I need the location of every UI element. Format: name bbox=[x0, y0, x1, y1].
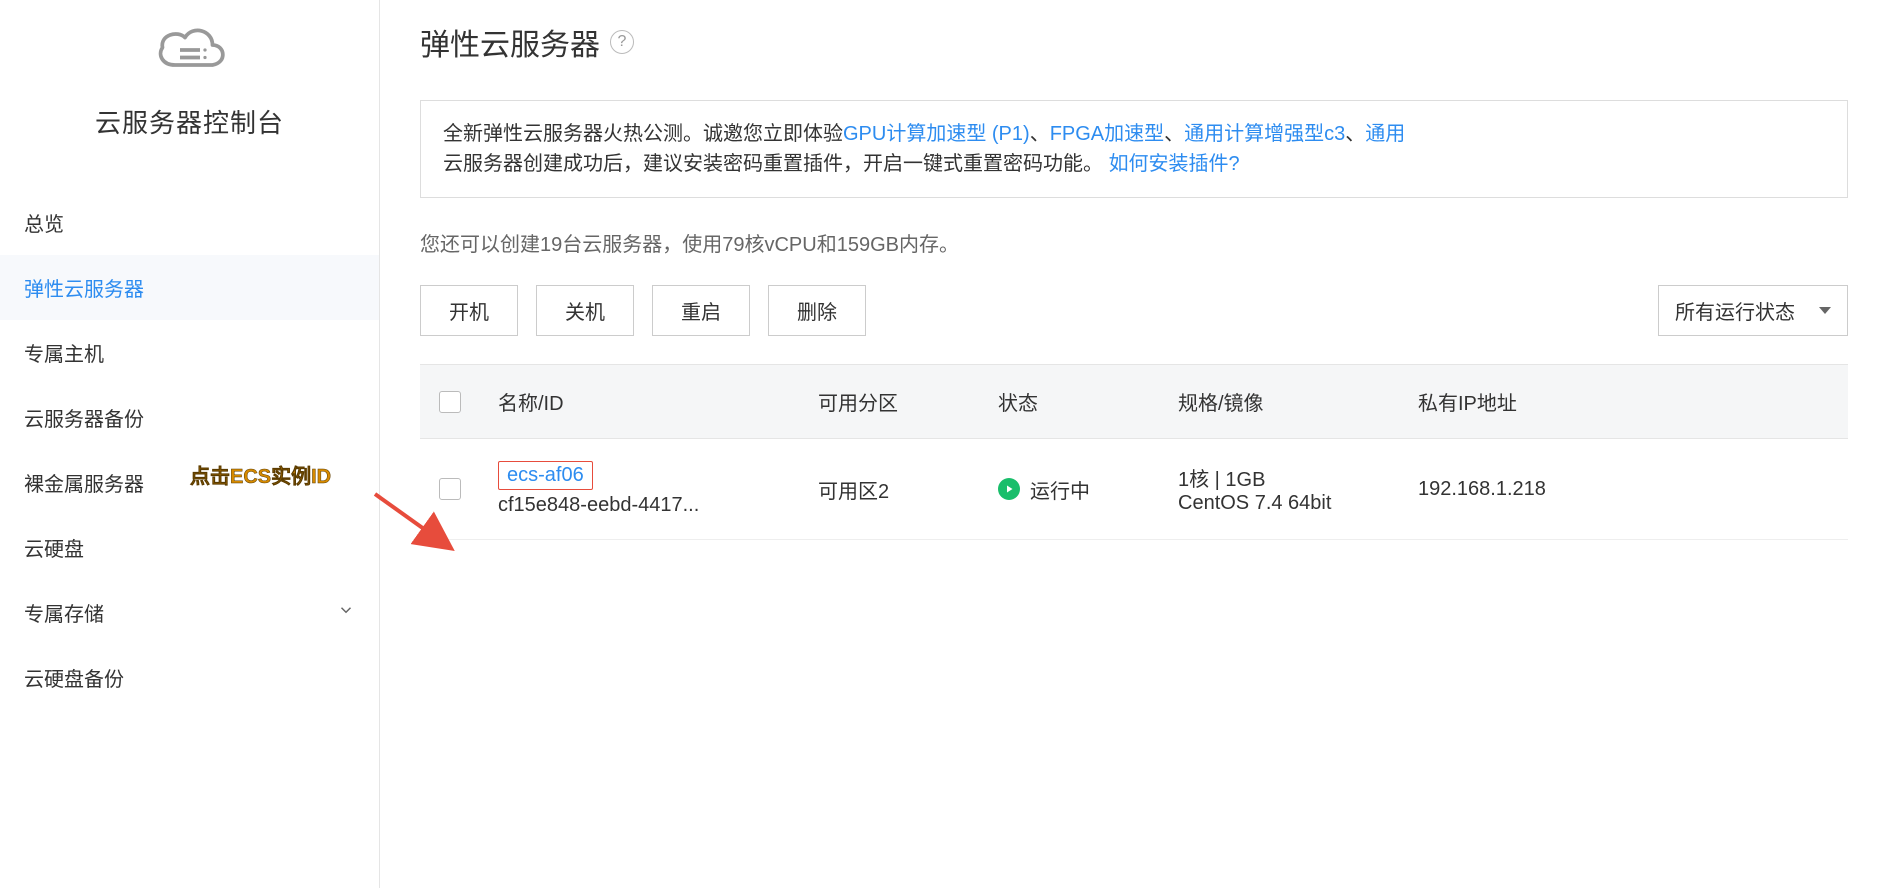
header-zone: 可用分区 bbox=[800, 365, 980, 438]
table-header-row: 名称/ID 可用分区 状态 规格/镜像 私有IP地址 bbox=[420, 364, 1848, 439]
sidebar-header: 云服务器控制台 bbox=[0, 20, 379, 170]
notice-link-gpu[interactable]: GPU计算加速型 (P1) bbox=[843, 123, 1030, 145]
delete-button[interactable]: 删除 bbox=[768, 285, 866, 336]
header-checkbox-cell bbox=[420, 369, 480, 435]
sidebar-item-label: 专属存储 bbox=[24, 598, 104, 627]
row-checkbox-cell bbox=[420, 456, 480, 522]
notice-sep: 、 bbox=[1030, 123, 1050, 145]
sidebar-item-bare-metal[interactable]: 裸金属服务器 bbox=[0, 450, 379, 515]
chevron-down-icon bbox=[337, 601, 355, 625]
status-text: 运行中 bbox=[1030, 475, 1090, 504]
sidebar-title: 云服务器控制台 bbox=[95, 103, 284, 140]
sidebar-item-ecs[interactable]: 弹性云服务器 bbox=[0, 255, 379, 320]
instance-table: 名称/ID 可用分区 状态 规格/镜像 私有IP地址 ecs-af06 cf15… bbox=[420, 364, 1848, 540]
reboot-button[interactable]: 重启 bbox=[652, 285, 750, 336]
help-icon[interactable]: ? bbox=[610, 30, 634, 54]
notice-link-fpga[interactable]: FPGA加速型 bbox=[1050, 123, 1164, 145]
spec-line1: 1核 | 1GB bbox=[1178, 463, 1382, 492]
notice-sep: 、 bbox=[1164, 123, 1184, 145]
sidebar-item-disk-backup[interactable]: 云硬盘备份 bbox=[0, 645, 379, 710]
stop-button[interactable]: 关机 bbox=[536, 285, 634, 336]
instance-id: cf15e848-eebd-4417... bbox=[498, 494, 782, 517]
spec-line2: CentOS 7.4 64bit bbox=[1178, 492, 1382, 515]
header-ip: 私有IP地址 bbox=[1400, 365, 1620, 438]
notice-link-general[interactable]: 通用 bbox=[1365, 123, 1405, 145]
cell-status: 运行中 bbox=[980, 453, 1160, 526]
sidebar-item-server-backup[interactable]: 云服务器备份 bbox=[0, 385, 379, 450]
sidebar-item-overview[interactable]: 总览 bbox=[0, 190, 379, 255]
cloud-logo-icon bbox=[150, 20, 230, 85]
header-status: 状态 bbox=[980, 365, 1160, 438]
cell-name: ecs-af06 cf15e848-eebd-4417... bbox=[480, 439, 800, 539]
instance-name-link[interactable]: ecs-af06 bbox=[507, 464, 584, 487]
sidebar-item-dedicated-storage[interactable]: 专属存储 bbox=[0, 580, 379, 645]
sidebar-nav: 总览 弹性云服务器 专属主机 云服务器备份 裸金属服务器 云硬盘 专属存储 bbox=[0, 190, 379, 710]
sidebar: 云服务器控制台 总览 弹性云服务器 专属主机 云服务器备份 裸金属服务器 云硬盘… bbox=[0, 0, 380, 888]
notice-link-c3[interactable]: 通用计算增强型c3 bbox=[1184, 123, 1345, 145]
sidebar-item-label: 总览 bbox=[24, 208, 64, 237]
main-content: 弹性云服务器 ? 全新弹性云服务器火热公测。诚邀您立即体验GPU计算加速型 (P… bbox=[380, 0, 1888, 888]
sidebar-item-label: 云服务器备份 bbox=[24, 403, 144, 432]
cell-spec: 1核 | 1GB CentOS 7.4 64bit bbox=[1160, 441, 1400, 537]
notice-text: 全新弹性云服务器火热公测。诚邀您立即体验 bbox=[443, 123, 843, 145]
status-filter-label: 所有运行状态 bbox=[1675, 296, 1795, 325]
select-all-checkbox[interactable] bbox=[439, 391, 461, 413]
notice-banner: 全新弹性云服务器火热公测。诚邀您立即体验GPU计算加速型 (P1)、FPGA加速… bbox=[420, 100, 1848, 198]
status-filter-dropdown[interactable]: 所有运行状态 bbox=[1658, 285, 1848, 336]
notice-sep: 、 bbox=[1345, 123, 1365, 145]
toolbar: 开机 关机 重启 删除 所有运行状态 bbox=[420, 285, 1848, 336]
sidebar-item-evs[interactable]: 云硬盘 bbox=[0, 515, 379, 580]
quota-summary: 您还可以创建19台云服务器，使用79核vCPU和159GB内存。 bbox=[420, 228, 1848, 257]
row-checkbox[interactable] bbox=[439, 478, 461, 500]
header-spec: 规格/镜像 bbox=[1160, 365, 1400, 438]
status-running-icon bbox=[998, 478, 1020, 500]
sidebar-item-dedicated-host[interactable]: 专属主机 bbox=[0, 320, 379, 385]
header-name: 名称/ID bbox=[480, 365, 800, 438]
cell-zone: 可用区2 bbox=[800, 453, 980, 526]
sidebar-item-label: 云硬盘 bbox=[24, 533, 84, 562]
sidebar-item-label: 专属主机 bbox=[24, 338, 104, 367]
sidebar-item-label: 云硬盘备份 bbox=[24, 663, 124, 692]
caret-down-icon bbox=[1819, 307, 1831, 314]
cell-ip: 192.168.1.218 bbox=[1400, 456, 1620, 523]
page-title: 弹性云服务器 bbox=[420, 20, 600, 64]
notice-link-install[interactable]: 如何安装插件? bbox=[1109, 153, 1240, 175]
start-button[interactable]: 开机 bbox=[420, 285, 518, 336]
table-row: ecs-af06 cf15e848-eebd-4417... 可用区2 运行中 … bbox=[420, 439, 1848, 540]
sidebar-item-label: 裸金属服务器 bbox=[24, 468, 144, 497]
sidebar-item-label: 弹性云服务器 bbox=[24, 273, 144, 302]
notice-text-line2: 云服务器创建成功后，建议安装密码重置插件，开启一键式重置密码功能。 bbox=[443, 153, 1103, 175]
page-title-row: 弹性云服务器 ? bbox=[420, 20, 1848, 64]
